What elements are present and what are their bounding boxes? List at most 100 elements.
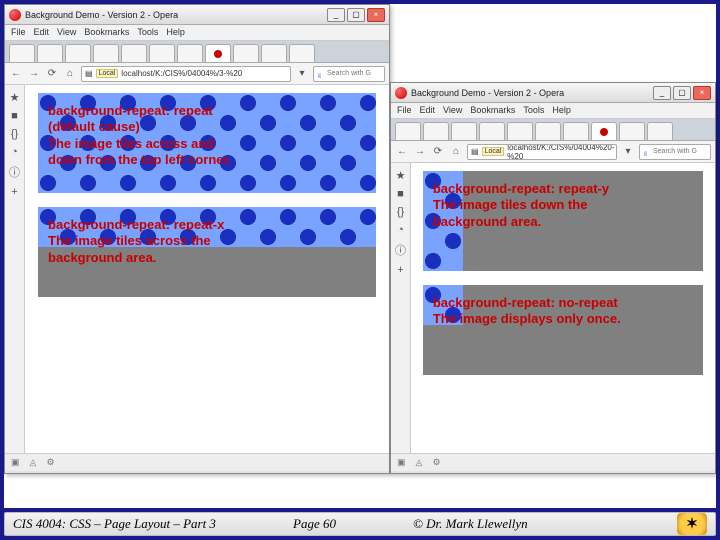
minimize-button[interactable]: _ — [653, 86, 671, 100]
menu-edit[interactable]: Edit — [34, 27, 50, 38]
clock-icon[interactable]: ◔ — [11, 146, 18, 158]
url-box[interactable]: ▤ Local localhost/K:/CIS%/04004%/3-%20 — [81, 66, 291, 82]
menu-edit[interactable]: Edit — [420, 105, 436, 116]
maximize-button[interactable]: ▢ — [673, 86, 691, 100]
file-icon: ▤ — [85, 69, 93, 78]
slide-footer: CIS 4004: CSS – Page Layout – Part 3 Pag… — [4, 512, 716, 536]
info-icon[interactable]: ⓘ — [395, 242, 406, 258]
back-icon[interactable]: ← — [9, 67, 23, 81]
star-icon[interactable]: ★ — [396, 169, 406, 182]
menu-bar: File Edit View Bookmarks Tools Help — [5, 25, 389, 41]
tab[interactable] — [647, 122, 673, 140]
minimize-button[interactable]: _ — [327, 8, 345, 22]
home-icon[interactable]: ⌂ — [449, 145, 463, 159]
tab[interactable] — [37, 44, 63, 62]
star-icon[interactable]: ★ — [10, 91, 20, 104]
status-bar: ▣ ◬ ⚙ — [391, 453, 715, 471]
back-icon[interactable]: ← — [395, 145, 409, 159]
tab[interactable] — [479, 122, 505, 140]
menu-bookmarks[interactable]: Bookmarks — [84, 27, 129, 38]
browser-window-right: Background Demo - Version 2 - Opera _ ▢ … — [390, 82, 716, 474]
info-icon[interactable]: ⓘ — [9, 164, 20, 180]
close-button[interactable]: × — [367, 8, 385, 22]
page-number: Page 60 — [293, 516, 413, 532]
tab[interactable] — [65, 44, 91, 62]
menu-help[interactable]: Help — [552, 105, 571, 116]
tab[interactable] — [9, 44, 35, 62]
search-box[interactable]: g Search with G — [313, 66, 385, 82]
braces-icon[interactable]: {} — [397, 206, 404, 218]
google-icon: g — [317, 70, 325, 78]
demo-text: background-repeat: repeat-y The image ti… — [433, 181, 693, 230]
tab[interactable] — [619, 122, 645, 140]
opera-dot-icon — [600, 128, 608, 136]
menu-help[interactable]: Help — [166, 27, 185, 38]
status-icon[interactable]: ◬ — [416, 457, 423, 468]
clock-icon[interactable]: ◔ — [397, 224, 404, 236]
url-box[interactable]: ▤ Local localhost/K:/CIS%/04004%20-%20 — [467, 144, 617, 160]
tab[interactable] — [289, 44, 315, 62]
opera-dot-icon — [214, 50, 222, 58]
toolbar: ← → ⟳ ⌂ ▤ Local localhost/K:/CIS%/04004%… — [391, 141, 715, 163]
tab[interactable] — [233, 44, 259, 62]
google-icon: g — [643, 148, 651, 156]
demo-text: background-repeat: repeat (default cause… — [48, 103, 366, 168]
search-placeholder: Search with G — [327, 70, 371, 77]
menu-bookmarks[interactable]: Bookmarks — [470, 105, 515, 116]
tab[interactable] — [423, 122, 449, 140]
tab[interactable] — [563, 122, 589, 140]
tab[interactable] — [451, 122, 477, 140]
menu-tools[interactable]: Tools — [137, 27, 158, 38]
browser-window-left: Background Demo - Version 2 - Opera _ ▢ … — [4, 4, 390, 474]
menu-view[interactable]: View — [443, 105, 462, 116]
maximize-button[interactable]: ▢ — [347, 8, 365, 22]
tab[interactable] — [121, 44, 147, 62]
window-title: Background Demo - Version 2 - Opera — [25, 10, 327, 20]
tab[interactable] — [395, 122, 421, 140]
left-panel: ★ ■ {} ◔ ⓘ + — [391, 163, 411, 453]
menu-view[interactable]: View — [57, 27, 76, 38]
demo-text: background-repeat: no-repeat The image d… — [433, 295, 693, 328]
demo-repeat-x: background-repeat: repeat-x The image ti… — [38, 207, 376, 297]
window-title: Background Demo - Version 2 - Opera — [411, 88, 653, 98]
titlebar: Background Demo - Version 2 - Opera _ ▢ … — [5, 5, 389, 25]
tab-active[interactable] — [205, 44, 231, 62]
forward-icon[interactable]: → — [413, 145, 427, 159]
menu-file[interactable]: File — [11, 27, 26, 38]
dropdown-icon[interactable]: ▾ — [621, 145, 635, 159]
tab-active[interactable] — [591, 122, 617, 140]
square-icon[interactable]: ■ — [397, 188, 404, 200]
demo-repeat-y: background-repeat: repeat-y The image ti… — [423, 171, 703, 271]
slide-area: Background Demo - Version 2 - Opera _ ▢ … — [4, 4, 716, 508]
home-icon[interactable]: ⌂ — [63, 67, 77, 81]
close-button[interactable]: × — [693, 86, 711, 100]
reload-icon[interactable]: ⟳ — [45, 67, 59, 81]
tab[interactable] — [149, 44, 175, 62]
status-icon[interactable]: ⚙ — [46, 457, 54, 468]
plus-icon[interactable]: + — [11, 186, 17, 198]
status-bar: ▣ ◬ ⚙ — [5, 453, 389, 471]
status-icon[interactable]: ▣ — [397, 457, 406, 468]
status-icon[interactable]: ▣ — [11, 457, 20, 468]
status-icon[interactable]: ◬ — [30, 457, 37, 468]
url-text: localhost/K:/CIS%/04004%/3-%20 — [121, 69, 242, 78]
tab[interactable] — [93, 44, 119, 62]
square-icon[interactable]: ■ — [11, 110, 18, 122]
left-panel: ★ ■ {} ◔ ⓘ + — [5, 85, 25, 453]
demo-text: background-repeat: repeat-x The image ti… — [48, 217, 366, 266]
tab[interactable] — [507, 122, 533, 140]
tab[interactable] — [535, 122, 561, 140]
dropdown-icon[interactable]: ▾ — [295, 67, 309, 81]
menu-tools[interactable]: Tools — [523, 105, 544, 116]
plus-icon[interactable]: + — [397, 264, 403, 276]
tab[interactable] — [261, 44, 287, 62]
demo-no-repeat: background-repeat: no-repeat The image d… — [423, 285, 703, 375]
forward-icon[interactable]: → — [27, 67, 41, 81]
menu-file[interactable]: File — [397, 105, 412, 116]
braces-icon[interactable]: {} — [11, 128, 18, 140]
demo-repeat: background-repeat: repeat (default cause… — [38, 93, 376, 193]
search-box[interactable]: g Search with G — [639, 144, 711, 160]
status-icon[interactable]: ⚙ — [432, 457, 440, 468]
reload-icon[interactable]: ⟳ — [431, 145, 445, 159]
tab[interactable] — [177, 44, 203, 62]
